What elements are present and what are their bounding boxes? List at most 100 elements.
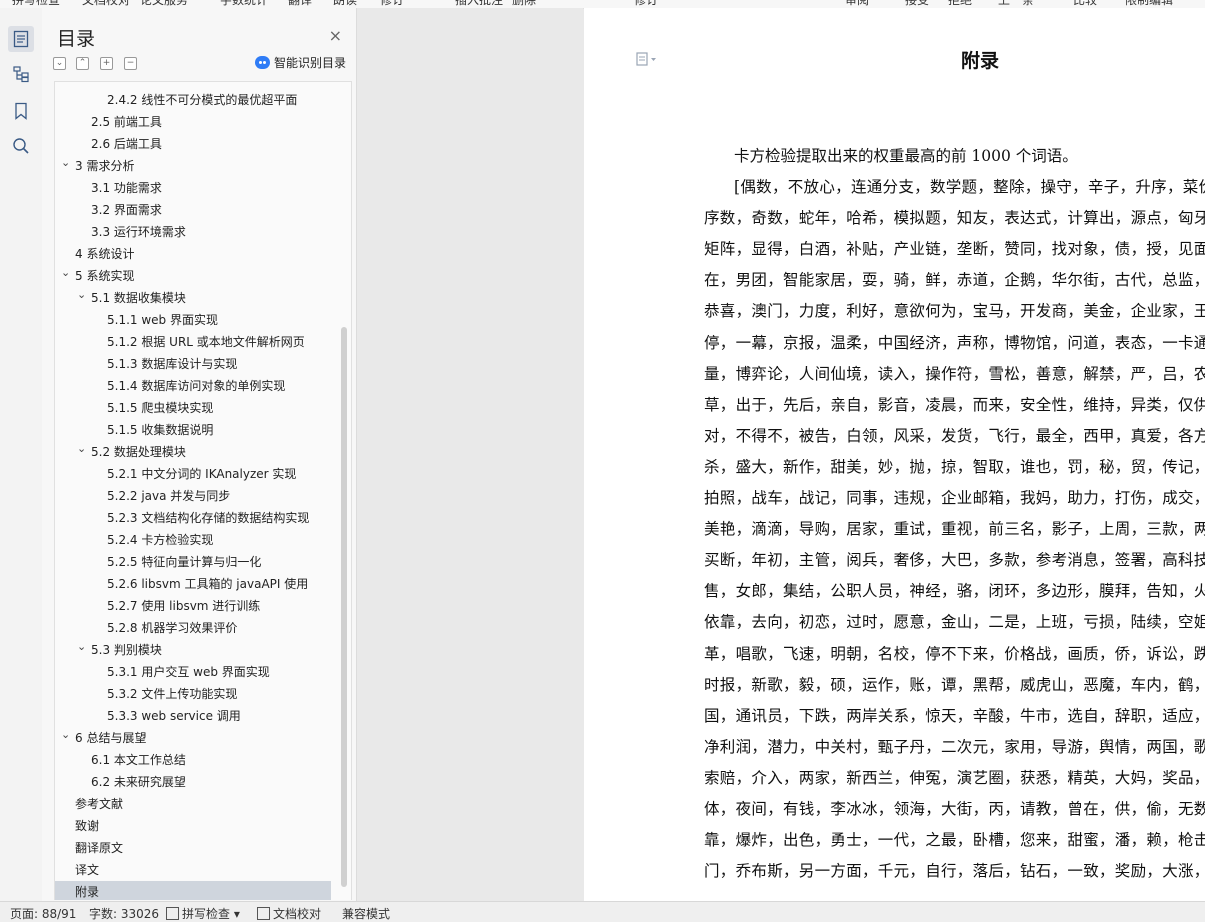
toc-item[interactable]: 5.1.3 数据库设计与实现 [55, 353, 331, 375]
toc-item-label: 5.2.3 文档结构化存储的数据结构实现 [107, 511, 310, 525]
ribbon-item[interactable]: 接受 [905, 0, 929, 8]
collapse-level-icon[interactable]: ⌄ [53, 57, 66, 70]
toc-item[interactable]: ⌄ 3 需求分析 [55, 155, 331, 177]
ribbon-item[interactable]: 插入批注 [455, 0, 503, 8]
toc-item[interactable]: 5.2.2 java 并发与同步 [55, 485, 331, 507]
chevron-down-icon[interactable]: ⌄ [77, 639, 86, 658]
toc-item[interactable]: ⌄ 6 总结与展望 [55, 727, 331, 749]
toc-item[interactable]: 5.1.5 爬虫模块实现 [55, 397, 331, 419]
chevron-down-icon[interactable]: ⌄ [77, 441, 86, 460]
ribbon-item[interactable]: 拒绝 [948, 0, 972, 8]
ribbon-item[interactable]: 拼写检查 [12, 0, 60, 8]
structure-icon[interactable] [8, 61, 34, 87]
toc-item[interactable]: 2.6 后端工具 [55, 133, 331, 155]
toc-item[interactable]: ⌄ 5.3 判别模块 [55, 639, 331, 661]
page-indicator[interactable]: 页面: 88/91 [10, 905, 76, 922]
smart-toc-label: 智能识别目录 [274, 56, 347, 70]
toc-item[interactable]: 翻译原文 [55, 837, 331, 859]
toc-item[interactable]: 参考文献 [55, 793, 331, 815]
chevron-down-icon[interactable]: ⌄ [61, 265, 70, 284]
toc-item[interactable]: 5.3.1 用户交互 web 界面实现 [55, 661, 331, 683]
body-text-line: 门，乔布斯，另一方面，千元，自行，落后，钻石，一致，奖励，大涨，张国 [704, 862, 1205, 881]
body-text-line: 量，博弈论，人间仙境，读入，操作符，雪松，善意，解禁，严，吕，农民工 [704, 364, 1205, 383]
compat-mode-label: 兼容模式 [342, 907, 391, 921]
toc-item[interactable]: 6.1 本文工作总结 [55, 749, 331, 771]
ribbon-item[interactable]: 论文服务 [140, 0, 188, 8]
expand-all-icon[interactable]: + [100, 57, 113, 70]
doc-proof-button[interactable]: 文档校对 [257, 905, 321, 922]
ribbon-item[interactable]: 字数统计 [220, 0, 268, 8]
toc-item[interactable]: 3.1 功能需求 [55, 177, 331, 199]
toc-item[interactable]: 4 系统设计 [55, 243, 331, 265]
toc-item[interactable]: ⌄ 5.1 数据收集模块 [55, 287, 331, 309]
toc-item[interactable]: 致谢 [55, 815, 331, 837]
toc-item[interactable]: ⌄ 5 系统实现 [55, 265, 331, 287]
toc-item[interactable]: 3.3 运行环境需求 [55, 221, 331, 243]
collapse-all-icon[interactable]: − [124, 57, 137, 70]
toc-item[interactable]: 5.2.4 卡方检验实现 [55, 529, 331, 551]
body-text-line: 索赔，介入，两家，新西兰，伸冤，演艺圈，获悉，精英，大妈，奖品，信用 [704, 768, 1205, 787]
ribbon-item[interactable]: 修订 [380, 0, 404, 8]
body-text-line: 依靠，去向，初恋，过时，愿意，金山，二是，上班，亏损，陆续，空姐，楼 [704, 613, 1205, 632]
chevron-down-icon[interactable]: ⌄ [77, 287, 86, 306]
ribbon-item[interactable]: 删除 [512, 0, 536, 8]
ribbon-item[interactable]: 上一条 [998, 0, 1034, 8]
toc-item[interactable]: 5.1.1 web 界面实现 [55, 309, 331, 331]
word-count[interactable]: 字数: 33026 [89, 905, 159, 922]
toc-item[interactable]: 5.2.5 特征向量计算与归一化 [55, 551, 331, 573]
smart-toc-button[interactable]: 智能识别目录 [255, 54, 346, 71]
ribbon-item[interactable]: 比较 [1073, 0, 1097, 8]
search-icon[interactable] [8, 133, 34, 159]
ribbon-item[interactable]: 修订 [634, 0, 658, 8]
toc-item[interactable]: 5.1.4 数据库访问对象的单例实现 [55, 375, 331, 397]
toc-item[interactable]: 5.1.2 根据 URL 或本地文件解析网页 [55, 331, 331, 353]
toc-item-label: 2.4.2 线性不可分模式的最优超平面 [107, 93, 298, 107]
page-gap [357, 8, 583, 901]
toc-item-label: 参考文献 [75, 797, 124, 811]
toc-item[interactable]: 5.1.5 收集数据说明 [55, 419, 331, 441]
spell-check-toggle[interactable]: 拼写检查 ▾ [166, 905, 240, 922]
ribbon-item[interactable]: 审阅 [845, 0, 869, 8]
chevron-down-icon[interactable]: ⌄ [61, 155, 70, 174]
toc-item[interactable]: 3.2 界面需求 [55, 199, 331, 221]
toc-item[interactable]: 6.2 未来研究展望 [55, 771, 331, 793]
toc-item[interactable]: 5.3.2 文件上传功能实现 [55, 683, 331, 705]
body-text-line: 国，通讯员，下跌，两岸关系，惊天，辛酸，牛市，选自，辞职，适应，信息 [704, 706, 1205, 725]
ribbon-item[interactable]: 朗读 [333, 0, 357, 8]
ribbon-item[interactable]: 限制编辑 [1125, 0, 1173, 8]
bookmark-icon[interactable] [8, 98, 34, 124]
toc-item[interactable]: 2.4.2 线性不可分模式的最优超平面 [55, 89, 331, 111]
toc-item-label: 5.1.1 web 界面实现 [107, 313, 218, 327]
toc-item-label: 3.1 功能需求 [91, 181, 162, 195]
toc-item-label: 5.2.2 java 并发与同步 [107, 489, 231, 503]
toc-item[interactable]: 2.5 前端工具 [55, 111, 331, 133]
ribbon-item[interactable]: 翻译 [288, 0, 312, 8]
expand-level-icon[interactable]: ⌃ [76, 57, 89, 70]
toc-item[interactable]: 5.2.8 机器学习效果评价 [55, 617, 331, 639]
chevron-down-icon[interactable]: ⌄ [61, 727, 70, 746]
side-icon-bar [0, 8, 43, 901]
document-outline-icon[interactable] [8, 26, 34, 52]
ribbon-item[interactable]: 文档校对 [82, 0, 130, 8]
toc-item-label: 6 总结与展望 [75, 731, 147, 745]
toc-item[interactable]: ⌄ 5.2 数据处理模块 [55, 441, 331, 463]
toc-item[interactable]: 译文 [55, 859, 331, 881]
toc-item[interactable]: 5.2.3 文档结构化存储的数据结构实现 [55, 507, 331, 529]
toc-scrollbar[interactable] [341, 327, 347, 887]
toc-item-label: 致谢 [75, 819, 100, 833]
toc-title: 目录 [57, 28, 96, 50]
body-text-line: 恭喜，澳门，力度，利好，意欲何为，宝马，开发商，美金，企业家，王健林 [704, 302, 1205, 321]
toc-item-label: 5.2.6 libsvm 工具箱的 javaAPI 使用 [107, 577, 309, 591]
body-text-line: 序数，奇数，蛇年，哈希，模拟题，知友，表达式，计算出，源点，匈牙利， [704, 209, 1205, 228]
toc-item[interactable]: 5.3.3 web service 调用 [55, 705, 331, 727]
toc-item[interactable]: 5.2.1 中文分词的 IKAnalyzer 实现 [55, 463, 331, 485]
document-page[interactable]: 附录 卡方检验提取出来的权重最高的前 1000 个词语。 [偶数，不放心，连通分… [584, 8, 1205, 901]
toc-item[interactable]: 附录 [55, 881, 331, 900]
toc-item-label: 5.2.5 特征向量计算与归一化 [107, 555, 262, 569]
toc-item-label: 5.1.4 数据库访问对象的单例实现 [107, 379, 286, 393]
close-icon[interactable]: × [329, 26, 342, 45]
toc-item-label: 5.2.8 机器学习效果评价 [107, 621, 238, 635]
toc-item[interactable]: 5.2.7 使用 libsvm 进行训练 [55, 595, 331, 617]
toc-item-label: 5.1.3 数据库设计与实现 [107, 357, 238, 371]
toc-item[interactable]: 5.2.6 libsvm 工具箱的 javaAPI 使用 [55, 573, 331, 595]
